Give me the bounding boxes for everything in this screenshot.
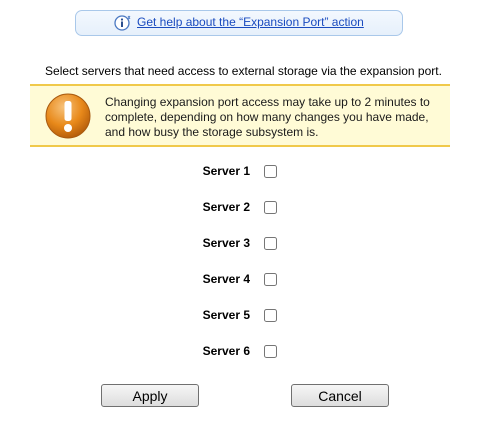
server-4-checkbox[interactable] [264,273,277,286]
server-row-5: Server 5 [150,306,350,326]
server-5-checkbox[interactable] [264,309,277,322]
warning-exclamation-icon [45,93,91,139]
server-row-6: Server 6 [150,342,350,362]
server-label: Server 4 [202,272,250,286]
server-row-3: Server 3 [150,234,350,254]
server-row-4: Server 4 [150,270,350,290]
server-row-2: Server 2 [150,198,350,218]
server-3-checkbox[interactable] [264,237,277,250]
server-label: Server 3 [202,236,250,250]
server-row-1: Server 1 [150,162,350,182]
warning-banner: Changing expansion port access may take … [30,84,450,147]
info-icon [114,15,131,31]
help-link[interactable]: Get help about the “Expansion Port” acti… [137,15,364,29]
help-box: Get help about the “Expansion Port” acti… [75,10,403,36]
server-label: Server 1 [202,164,250,178]
server-label: Server 2 [202,200,250,214]
server-label: Server 6 [202,344,250,358]
apply-button[interactable]: Apply [101,384,199,407]
instruction-text: Select servers that need access to exter… [45,64,442,78]
warning-text: Changing expansion port access may take … [105,95,430,139]
server-2-checkbox[interactable] [264,201,277,214]
cancel-button[interactable]: Cancel [291,384,389,407]
server-6-checkbox[interactable] [264,345,277,358]
server-1-checkbox[interactable] [264,165,277,178]
server-label: Server 5 [202,308,250,322]
